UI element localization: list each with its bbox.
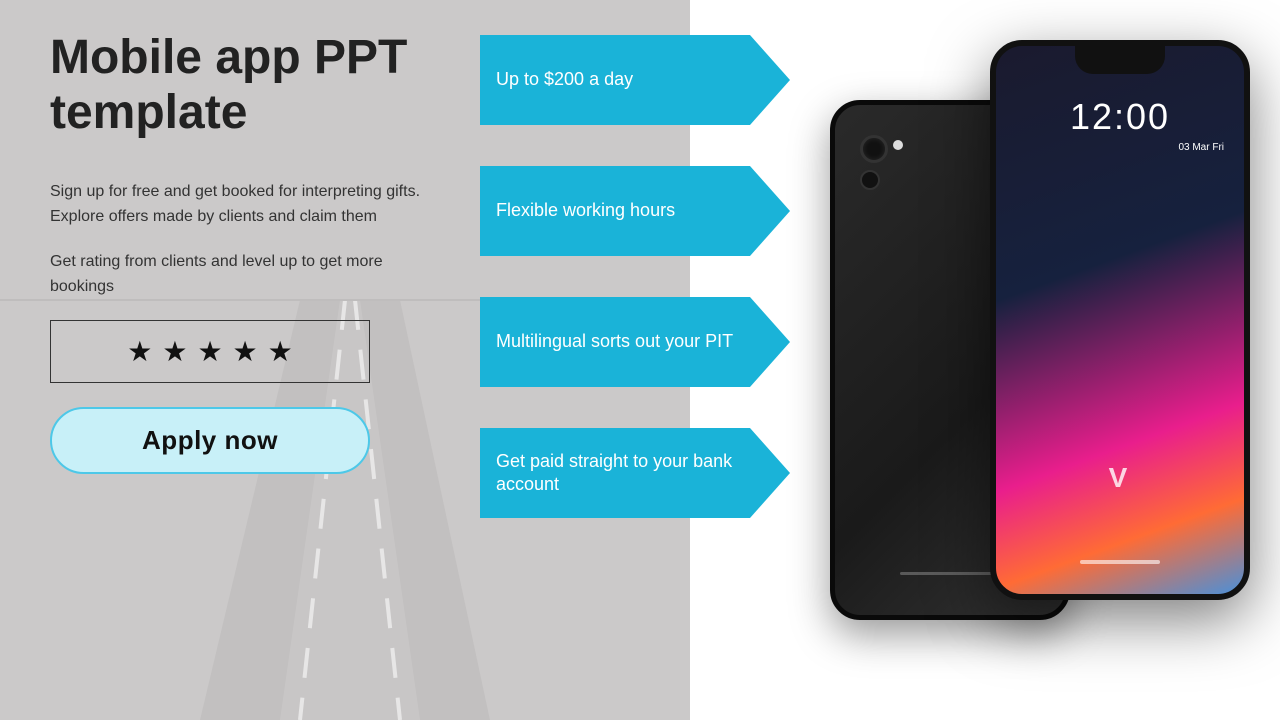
apply-now-button[interactable]: Apply now [50,407,370,474]
arrow-shape-1: Up to $200 a day [480,35,790,125]
phone-time: 12:00 [996,96,1244,138]
arrow-shape-3: Multilingual sorts out your PIT [480,297,790,387]
arrow-item-1: Up to $200 a day [480,35,790,125]
arrow-text-3: Multilingual sorts out your PIT [496,330,733,353]
page-title: Mobile app PPT template [50,30,450,140]
rating-box: ★ ★ ★ ★ ★ [50,320,370,383]
arrow-text-1: Up to $200 a day [496,68,633,91]
star-1: ★ [127,335,152,368]
phone-front: 12:00 03 Mar Fri V [990,40,1250,600]
arrow-item-4: Get paid straight to your bank account [480,428,790,518]
phone-back-flash [893,140,903,150]
arrow-item-2: Flexible working hours [480,166,790,256]
phone-date-text: 03 Mar Fri [1178,142,1224,153]
arrow-tip-3 [750,297,790,387]
description-1: Sign up for free and get booked for inte… [50,180,450,230]
phone-brand: V [996,462,1244,494]
phone-date: 03 Mar Fri [1178,141,1224,155]
star-3: ★ [197,335,222,368]
description-2: Get rating from clients and level up to … [50,250,450,300]
left-panel: Mobile app PPT template Sign up for free… [0,0,480,720]
arrow-body-4: Get paid straight to your bank account [480,428,750,518]
star-2: ★ [162,335,187,368]
star-5: ★ [268,335,293,368]
phone-back-camera-main [860,135,888,163]
phone-back-bottom-bar [900,572,1000,575]
arrow-text-2: Flexible working hours [496,199,675,222]
arrow-item-3: Multilingual sorts out your PIT [480,297,790,387]
arrow-body-1: Up to $200 a day [480,35,750,125]
arrow-shape-2: Flexible working hours [480,166,790,256]
right-panel: Up to $200 a day Flexible working hours … [480,0,1280,720]
phone-back-camera-secondary [860,170,880,190]
arrow-tip-2 [750,166,790,256]
arrow-tip-4 [750,428,790,518]
arrow-body-2: Flexible working hours [480,166,750,256]
arrow-body-3: Multilingual sorts out your PIT [480,297,750,387]
arrow-tip-1 [750,35,790,125]
phone-home-bar [1080,560,1160,564]
arrows-column: Up to $200 a day Flexible working hours … [480,0,820,720]
arrow-shape-4: Get paid straight to your bank account [480,428,790,518]
star-4: ★ [233,335,258,368]
arrow-text-4: Get paid straight to your bank account [496,450,734,497]
